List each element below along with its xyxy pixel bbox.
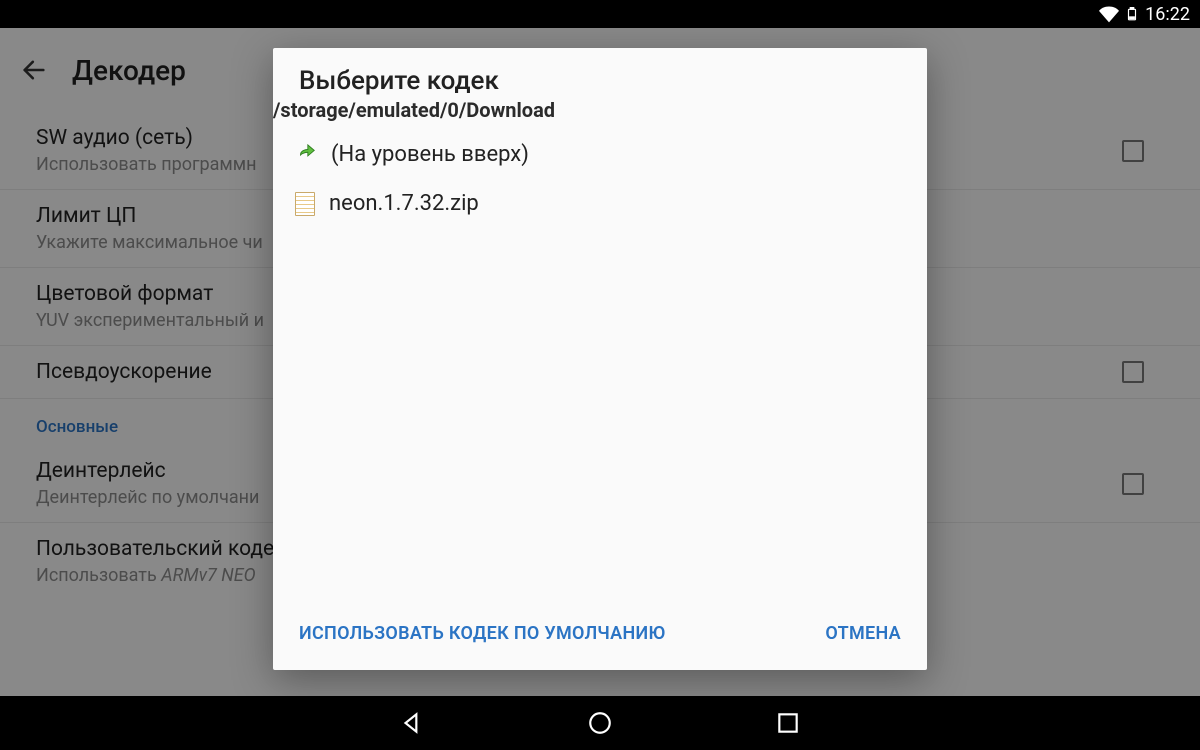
nav-bar bbox=[0, 696, 1200, 750]
dialog-title: Выберите кодек bbox=[299, 66, 901, 96]
nav-home-button[interactable] bbox=[586, 709, 614, 737]
file-icon bbox=[295, 192, 315, 216]
nav-back-button[interactable] bbox=[398, 709, 426, 737]
dialog-header: Выберите кодек bbox=[273, 48, 927, 100]
use-default-codec-button[interactable]: Использовать кодек по умолчанию bbox=[295, 615, 670, 652]
status-time: 16:22 bbox=[1145, 4, 1190, 25]
battery-icon bbox=[1125, 4, 1139, 24]
status-bar: 16:22 bbox=[0, 0, 1200, 28]
up-label: (На уровень вверх) bbox=[331, 142, 529, 167]
file-row[interactable]: neon.1.7.32.zip bbox=[285, 179, 915, 228]
dialog-body: (На уровень вверх) neon.1.7.32.zip bbox=[273, 130, 927, 601]
up-arrow-icon bbox=[295, 144, 317, 166]
file-name: neon.1.7.32.zip bbox=[329, 191, 479, 216]
codec-picker-dialog: Выберите кодек /storage/emulated/0/Downl… bbox=[273, 48, 927, 670]
up-one-level[interactable]: (На уровень вверх) bbox=[285, 130, 915, 179]
wifi-icon bbox=[1099, 4, 1119, 24]
dialog-path: /storage/emulated/0/Download bbox=[273, 98, 927, 130]
cancel-button[interactable]: Отмена bbox=[821, 615, 905, 652]
dialog-actions: Использовать кодек по умолчанию Отмена bbox=[273, 601, 927, 670]
nav-recent-button[interactable] bbox=[774, 709, 802, 737]
